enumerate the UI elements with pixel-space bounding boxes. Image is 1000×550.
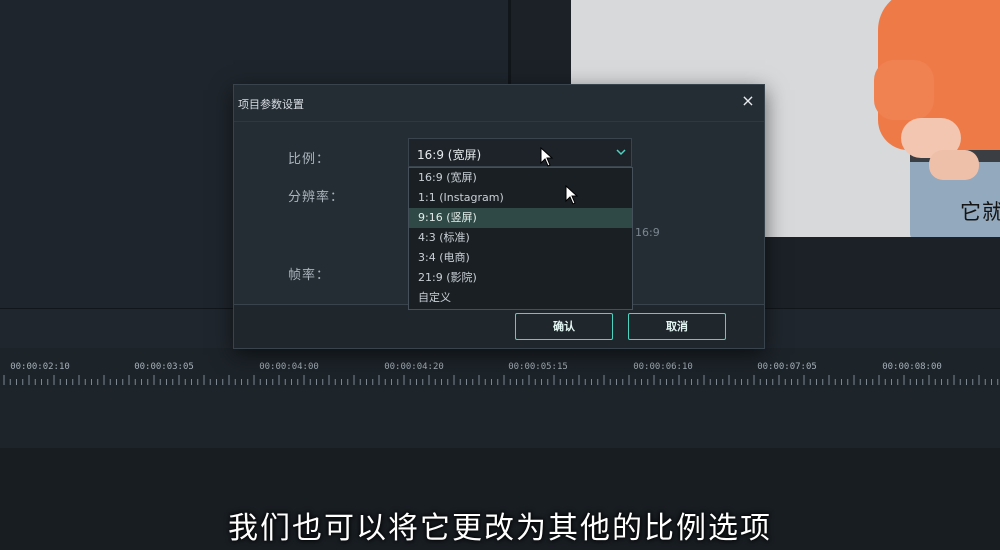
person-sleeve <box>874 60 934 120</box>
timeline-ruler[interactable] <box>0 373 1000 387</box>
timeline-track[interactable] <box>0 388 1000 448</box>
ruler-tick-label: 00:00:02:10 <box>10 362 70 372</box>
dialog-footer: 确认 取消 <box>234 304 764 348</box>
person-hand <box>929 150 979 180</box>
resolution-label: 分辨率： <box>288 190 345 205</box>
ratio-option-16-9[interactable]: 16:9 (宽屏) <box>409 168 632 188</box>
ratio-option-9-16[interactable]: 9:16 (竖屏) <box>409 208 632 228</box>
video-subtitle: 我们也可以将它更改为其他的比例选项 <box>228 511 772 546</box>
chevron-down-icon <box>616 149 626 156</box>
ratio-option-4-3[interactable]: 4:3 (标准) <box>409 228 632 248</box>
ratio-option-custom[interactable]: 自定义 <box>409 288 632 308</box>
mouse-cursor-icon <box>565 185 579 205</box>
dialog-title: 项目参数设置 <box>238 98 304 111</box>
confirm-button[interactable]: 确认 <box>515 313 613 340</box>
ruler-tick-label: 00:00:04:00 <box>259 362 319 372</box>
ratio-label: 比例： <box>288 152 331 167</box>
mouse-cursor-icon <box>540 147 554 167</box>
ratio-dropdown-list: 16:9 (宽屏) 1:1 (Instagram) 9:16 (竖屏) 4:3 … <box>408 167 633 310</box>
ruler-tick-label: 00:00:06:10 <box>633 362 693 372</box>
resolution-ratio-hint: 16:9 <box>635 226 660 239</box>
ruler-ticks-graphic <box>3 375 999 385</box>
ruler-tick-label: 00:00:03:05 <box>134 362 194 372</box>
ruler-tick-label: 00:00:04:20 <box>384 362 444 372</box>
ruler-tick-label: 00:00:08:00 <box>882 362 942 372</box>
ruler-tick-label: 00:00:07:05 <box>757 362 817 372</box>
cancel-button[interactable]: 取消 <box>628 313 726 340</box>
close-icon[interactable]: × <box>740 93 756 109</box>
preview-subtitle: 它就 <box>960 200 1000 224</box>
ratio-option-21-9[interactable]: 21:9 (影院) <box>409 268 632 288</box>
ratio-select-value: 16:9 (宽屏) <box>417 148 482 162</box>
framerate-label: 帧率： <box>288 268 331 283</box>
ratio-option-3-4[interactable]: 3:4 (电商) <box>409 248 632 268</box>
ratio-select[interactable]: 16:9 (宽屏) <box>408 138 632 167</box>
dialog-header: 项目参数设置 × <box>234 85 764 121</box>
ratio-option-1-1[interactable]: 1:1 (Instagram) <box>409 188 632 208</box>
ruler-tick-label: 00:00:05:15 <box>508 362 568 372</box>
